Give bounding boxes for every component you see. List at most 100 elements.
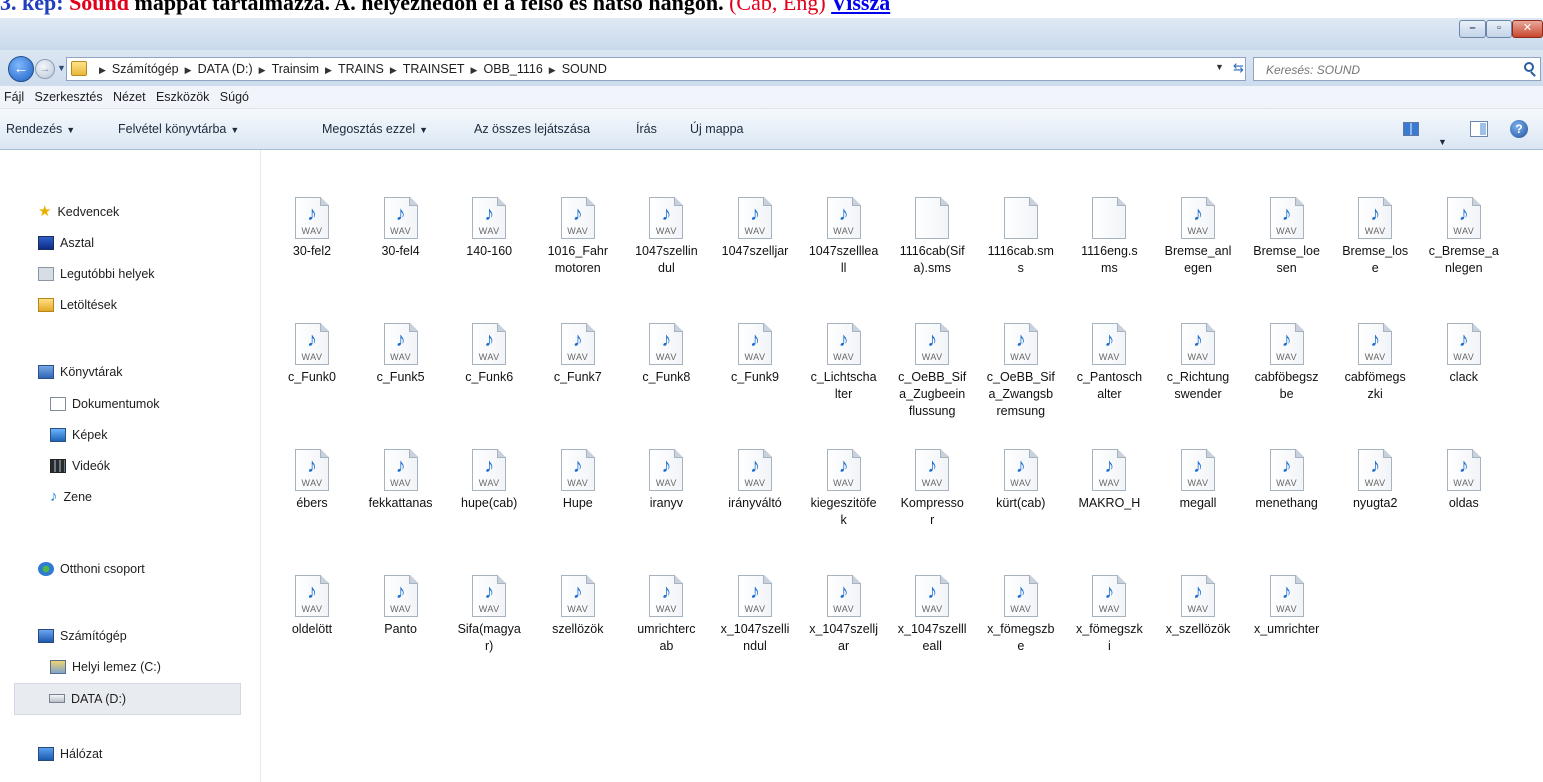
help-icon[interactable]: ?: [1510, 120, 1528, 138]
file-item[interactable]: ♪ WAV cabföbegsz be: [1245, 323, 1329, 403]
nav-favorites[interactable]: ★ Kedvencek: [38, 200, 119, 224]
view-options-icon[interactable]: [1403, 122, 1419, 136]
file-item[interactable]: ♪ WAV megall: [1156, 449, 1240, 512]
window-titlebar[interactable]: – ▫ ✕: [0, 18, 1543, 50]
breadcrumb-item[interactable]: OBB_1116: [483, 62, 542, 76]
file-item[interactable]: ♪ WAV c_OeBB_Sif a_Zwangsb remsung: [979, 323, 1063, 420]
file-item[interactable]: ♪ WAV ébers: [270, 449, 354, 512]
file-item[interactable]: ♪ WAV Bremse_los e: [1333, 197, 1417, 277]
nav-homegroup[interactable]: Otthoni csoport: [38, 557, 145, 581]
burn-button[interactable]: Írás: [636, 109, 657, 149]
file-item[interactable]: ♪ WAV kiegeszitöfe k: [802, 449, 886, 529]
file-item[interactable]: ♪ WAV 30-fel2: [270, 197, 354, 260]
file-item[interactable]: ♪ WAV umrichterc ab: [624, 575, 708, 655]
file-item[interactable]: ♪ WAV x_1047szelll eall: [890, 575, 974, 655]
file-item[interactable]: ♪ WAV c_OeBB_Sif a_Zugbeein flussung: [890, 323, 974, 420]
nav-documents[interactable]: Dokumentumok: [50, 392, 160, 416]
file-item[interactable]: ♪ WAV cabfömegs zki: [1333, 323, 1417, 403]
breadcrumb-separator-icon[interactable]: ▶: [259, 65, 266, 75]
breadcrumb-separator-icon[interactable]: ▶: [471, 65, 478, 75]
back-link[interactable]: Vissza: [831, 0, 890, 15]
organize-button[interactable]: Rendezés ▼: [6, 109, 75, 150]
file-item[interactable]: ♪ WAV Bremse_loe sen: [1245, 197, 1329, 277]
file-item[interactable]: ♪ WAV 1047szelllea ll: [802, 197, 886, 277]
refresh-icon[interactable]: ⇆: [1233, 60, 1244, 76]
menu-tools[interactable]: Eszközök: [153, 86, 214, 108]
search-input[interactable]: [1264, 60, 1508, 80]
close-button[interactable]: ✕: [1512, 20, 1543, 38]
file-item[interactable]: ♪ WAV c_Richtung swender: [1156, 323, 1240, 403]
include-library-button[interactable]: Felvétel könyvtárba ▼: [118, 109, 239, 150]
file-item[interactable]: ♪ WAV kürt(cab): [979, 449, 1063, 512]
menu-view[interactable]: Nézet: [110, 86, 150, 108]
file-item[interactable]: ♪ WAV fekkattanas: [359, 449, 443, 512]
menu-help[interactable]: Súgó: [217, 86, 253, 108]
forward-arrow-icon[interactable]: →: [35, 59, 55, 79]
file-item[interactable]: ♪ WAV x_1047szellj ar: [802, 575, 886, 655]
nav-c-drive[interactable]: Helyi lemez (C:): [50, 655, 161, 679]
file-item[interactable]: ♪ WAV Kompresso r: [890, 449, 974, 529]
view-dropdown-icon[interactable]: ▼: [1438, 122, 1447, 162]
file-item[interactable]: ♪ WAV szellözök: [536, 575, 620, 638]
file-item[interactable]: ♪ WAV c_Funk9: [713, 323, 797, 386]
breadcrumb-item[interactable]: Trainsim: [272, 62, 319, 76]
breadcrumb-item[interactable]: Számítógép: [112, 62, 179, 76]
file-item[interactable]: ♪ WAV x_szellözök: [1156, 575, 1240, 638]
file-item[interactable]: ♪ WAV irányváltó: [713, 449, 797, 512]
file-item[interactable]: 1116cab.sm s: [979, 197, 1063, 277]
file-item[interactable]: ♪ WAV Bremse_anl egen: [1156, 197, 1240, 277]
maximize-button[interactable]: ▫: [1486, 20, 1512, 38]
file-item[interactable]: ♪ WAV oldelött: [270, 575, 354, 638]
search-box[interactable]: [1253, 57, 1541, 81]
file-item[interactable]: ♪ WAV c_Funk5: [359, 323, 443, 386]
file-item[interactable]: ♪ WAV 30-fel4: [359, 197, 443, 260]
preview-pane-icon[interactable]: [1470, 121, 1488, 137]
share-button[interactable]: Megosztás ezzel ▼: [322, 109, 428, 150]
nav-downloads[interactable]: Letöltések: [38, 293, 117, 317]
file-item[interactable]: ♪ WAV Hupe: [536, 449, 620, 512]
address-dropdown-icon[interactable]: ▼: [1215, 62, 1224, 72]
file-item[interactable]: ♪ WAV 1047szellin dul: [624, 197, 708, 277]
breadcrumb[interactable]: ▶ Számítógép ▶ DATA (D:) ▶ Trainsim ▶ TRAINS ▶ TR…: [93, 58, 607, 80]
file-item[interactable]: ♪ WAV 1016_Fahr motoren: [536, 197, 620, 277]
file-item[interactable]: ♪ WAV menethang: [1245, 449, 1329, 512]
file-item[interactable]: ♪ WAV c_Funk7: [536, 323, 620, 386]
file-item[interactable]: ♪ WAV x_fömegszk i: [1067, 575, 1151, 655]
file-item[interactable]: 1116eng.s ms: [1067, 197, 1151, 277]
file-item[interactable]: ♪ WAV Sifa(magya r): [447, 575, 531, 655]
file-item[interactable]: ♪ WAV iranyv: [624, 449, 708, 512]
nav-computer[interactable]: Számítógép: [38, 624, 127, 648]
file-item[interactable]: ♪ WAV x_fömegszb e: [979, 575, 1063, 655]
minimize-button[interactable]: –: [1459, 20, 1486, 38]
file-item[interactable]: ♪ WAV c_Lichtscha lter: [802, 323, 886, 403]
file-item[interactable]: ♪ WAV MAKRO_H: [1067, 449, 1151, 512]
file-item[interactable]: 1116cab(Sif a).sms: [890, 197, 974, 277]
file-item[interactable]: ♪ WAV nyugta2: [1333, 449, 1417, 512]
back-arrow-icon[interactable]: ←: [8, 56, 34, 82]
file-item[interactable]: ♪ WAV oldas: [1422, 449, 1506, 512]
play-all-button[interactable]: Az összes lejátszása: [474, 109, 590, 149]
nav-d-drive[interactable]: DATA (D:): [14, 683, 241, 715]
file-item[interactable]: ♪ WAV x_umrichter: [1245, 575, 1329, 638]
menu-file[interactable]: Fájl: [0, 86, 28, 108]
breadcrumb-separator-icon[interactable]: ▶: [549, 65, 556, 75]
menu-edit[interactable]: Szerkesztés: [32, 86, 107, 108]
nav-pictures[interactable]: Képek: [50, 423, 107, 447]
file-item[interactable]: ♪ WAV Panto: [359, 575, 443, 638]
nav-videos[interactable]: Videók: [50, 454, 110, 478]
address-bar[interactable]: ▶ Számítógép ▶ DATA (D:) ▶ Trainsim ▶ TRAINS ▶ TR…: [66, 57, 1246, 81]
breadcrumb-separator-icon[interactable]: ▶: [325, 65, 332, 75]
nav-desktop[interactable]: Asztal: [38, 231, 94, 255]
breadcrumb-separator-icon[interactable]: ▶: [99, 65, 106, 75]
breadcrumb-item[interactable]: TRAINSET: [403, 62, 465, 76]
breadcrumb-separator-icon[interactable]: ▶: [185, 65, 192, 75]
history-dropdown-icon[interactable]: ▼: [57, 63, 66, 73]
file-item[interactable]: ♪ WAV hupe(cab): [447, 449, 531, 512]
breadcrumb-separator-icon[interactable]: ▶: [390, 65, 397, 75]
nav-recent-places[interactable]: Legutóbbi helyek: [38, 262, 155, 286]
file-item[interactable]: ♪ WAV c_Funk6: [447, 323, 531, 386]
breadcrumb-item[interactable]: DATA (D:): [198, 62, 253, 76]
breadcrumb-item[interactable]: SOUND: [562, 62, 607, 76]
file-item[interactable]: ♪ WAV c_Funk0: [270, 323, 354, 386]
nav-libraries[interactable]: Könyvtárak: [38, 360, 123, 384]
